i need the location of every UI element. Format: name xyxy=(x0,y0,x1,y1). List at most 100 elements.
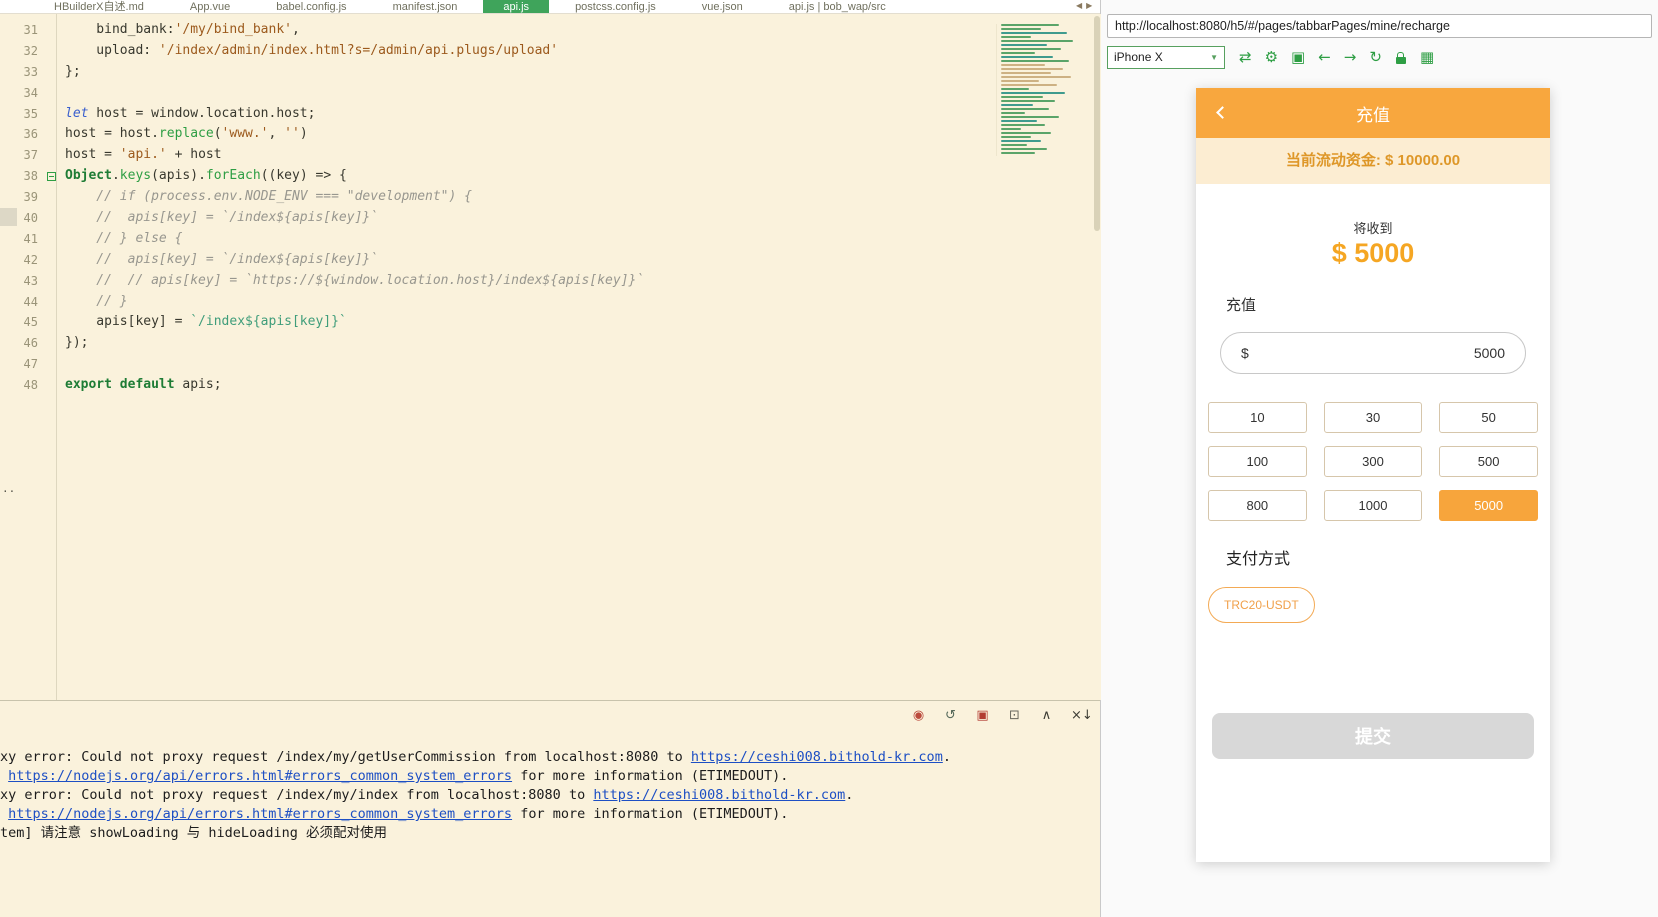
minimap-bar xyxy=(1001,36,1031,38)
code-text: export default apis; xyxy=(59,375,222,396)
tab-scroll-right-icon[interactable]: ▶ xyxy=(1086,1,1096,10)
back-chevron-icon[interactable] xyxy=(1216,106,1229,119)
console-line: tem] 请注意 showLoading 与 hideLoading 必须配对使… xyxy=(0,824,1092,843)
line-number: 34 xyxy=(0,83,46,104)
console-link[interactable]: https://ceshi008.bithold-kr.com xyxy=(691,749,943,765)
receive-label: 将收到 xyxy=(1196,218,1550,234)
minimap-bar xyxy=(1001,28,1041,30)
screenshot-icon[interactable]: ▣ xyxy=(1291,50,1305,65)
minimap-bar xyxy=(1001,104,1033,106)
minimap-bar xyxy=(1001,152,1035,154)
tab-hbuilderx-.md[interactable]: HBuilderX自述.md xyxy=(34,0,164,14)
console-link[interactable]: https://nodejs.org/api/errors.html#error… xyxy=(8,806,512,822)
minimap-bar xyxy=(1001,44,1047,46)
forward-arrow-icon[interactable]: → xyxy=(1344,50,1357,65)
device-select[interactable]: iPhone X ▼ xyxy=(1107,46,1225,69)
amount-button-50[interactable]: 50 xyxy=(1439,402,1538,433)
minimap[interactable] xyxy=(996,24,1088,156)
amount-button-5000[interactable]: 5000 xyxy=(1439,490,1538,521)
code-text: let host = window.location.host; xyxy=(59,104,315,125)
tab-api.js-bob-wap-src[interactable]: api.js | bob_wap/src xyxy=(769,0,906,14)
amount-button-500[interactable]: 500 xyxy=(1439,446,1538,477)
line-number: 38 xyxy=(0,166,46,187)
tab-scroll-left-icon[interactable]: ◀ xyxy=(1076,1,1086,10)
save-image-icon[interactable]: ⊡ xyxy=(1007,708,1022,723)
url-input[interactable] xyxy=(1107,14,1652,38)
collapse-panel-icon[interactable]: ∧ xyxy=(1039,708,1054,723)
code-text: // if (process.env.NODE_ENV === "develop… xyxy=(59,187,472,208)
minimap-bar xyxy=(1001,84,1057,86)
code-text: // } xyxy=(59,292,128,313)
minimap-bar xyxy=(1001,148,1047,150)
history-icon[interactable]: ↺ xyxy=(943,708,958,723)
console-link[interactable]: https://nodejs.org/api/errors.html#error… xyxy=(8,768,512,784)
amount-button-100[interactable]: 100 xyxy=(1208,446,1307,477)
tab-app.vue[interactable]: App.vue xyxy=(170,0,250,14)
console-link[interactable]: https://ceshi008.bithold-kr.com xyxy=(593,787,845,803)
code-line: 45 apis[key] = `/index${apis[key]}` xyxy=(0,312,1101,333)
amount-button-1000[interactable]: 1000 xyxy=(1324,490,1423,521)
console-output: xy error: Could not proxy request /index… xyxy=(0,748,1092,843)
minimap-bar xyxy=(1001,60,1069,62)
minimap-bar xyxy=(1001,108,1049,110)
fold-icon[interactable] xyxy=(46,166,59,187)
settings-gear-icon[interactable]: ⚙ xyxy=(1265,50,1278,65)
error-filter-icon[interactable]: ◉ xyxy=(911,708,926,723)
editor-tabbar: HBuilderX自述.md App.vue babel.config.js mani… xyxy=(0,0,1100,14)
fold-spacer xyxy=(46,208,59,229)
code-text xyxy=(59,83,65,104)
amount-input[interactable]: $ 5000 xyxy=(1220,332,1526,374)
console-line: xy error: Could not proxy request /index… xyxy=(0,748,1092,767)
minimap-bar xyxy=(1001,72,1051,74)
device-select-value: iPhone X xyxy=(1114,50,1163,64)
payment-method-label: 支付方式 xyxy=(1226,545,1550,565)
clear-console-icon[interactable]: ×↓ xyxy=(1071,708,1086,723)
refresh-icon[interactable]: ↻ xyxy=(1369,50,1382,65)
code-text: host = 'api.' + host xyxy=(59,145,222,166)
minimap-bar xyxy=(1001,64,1045,66)
minimap-bar xyxy=(1001,56,1053,58)
stop-icon[interactable]: ▣ xyxy=(975,708,990,723)
tab-postcss.config.js[interactable]: postcss.config.js xyxy=(555,0,676,14)
code-text: // } else { xyxy=(59,229,182,250)
app-header: 充值 xyxy=(1196,88,1550,138)
payment-method-trc20-usdt[interactable]: TRC20-USDT xyxy=(1208,587,1315,623)
line-number: 35 xyxy=(0,104,46,125)
fold-minus-icon[interactable] xyxy=(47,172,56,181)
code-line: 44 // } xyxy=(0,292,1101,313)
line-number: 32 xyxy=(0,41,46,62)
grid-icon[interactable]: ▦ xyxy=(1420,50,1434,65)
amount-button-800[interactable]: 800 xyxy=(1208,490,1307,521)
minimap-bar xyxy=(1001,116,1059,118)
lock-icon[interactable] xyxy=(1395,49,1407,65)
fold-spacer xyxy=(46,124,59,145)
line-number: 46 xyxy=(0,333,46,354)
code-text: Object.keys(apis).forEach((key) => { xyxy=(59,166,347,187)
amount-button-300[interactable]: 300 xyxy=(1324,446,1423,477)
tab-babel.config.js[interactable]: babel.config.js xyxy=(256,0,366,14)
amount-button-10[interactable]: 10 xyxy=(1208,402,1307,433)
tab-manifest.json[interactable]: manifest.json xyxy=(373,0,478,14)
tab-vue.json[interactable]: vue.json xyxy=(682,0,763,14)
code-text: host = host.replace('www.', '') xyxy=(59,124,308,145)
fold-spacer xyxy=(46,145,59,166)
code-line: 31 bind_bank:'/my/bind_bank', xyxy=(0,20,1101,41)
minimap-bar xyxy=(1001,92,1065,94)
minimap-bar xyxy=(1001,88,1029,90)
amount-button-30[interactable]: 30 xyxy=(1324,402,1423,433)
line-number: 37 xyxy=(0,145,46,166)
code-text: // apis[key] = `/index${apis[key]}` xyxy=(59,250,378,271)
editor-scrollbar[interactable] xyxy=(1094,16,1100,231)
tab-api.js[interactable]: api.js xyxy=(483,0,549,14)
submit-button[interactable]: 提交 xyxy=(1212,713,1534,759)
device-rotate-icon[interactable]: ⇄ xyxy=(1239,50,1252,65)
tab-scroll-arrows: ◀▶ xyxy=(1076,1,1096,10)
code-text: // apis[key] = `/index${apis[key]}` xyxy=(59,208,378,229)
editor-pane: HBuilderX自述.md App.vue babel.config.js mani… xyxy=(0,0,1101,917)
code-area[interactable]: 31 bind_bank:'/my/bind_bank',32 upload: … xyxy=(0,14,1101,700)
console-panel: ◉ ↺ ▣ ⊡ ∧ ×↓ xy error: Could not proxy reques… xyxy=(0,700,1100,917)
code-text: }); xyxy=(59,333,88,354)
code-line: 33}; xyxy=(0,62,1101,83)
line-number: 43 xyxy=(0,271,46,292)
back-arrow-icon[interactable]: ← xyxy=(1318,50,1331,65)
